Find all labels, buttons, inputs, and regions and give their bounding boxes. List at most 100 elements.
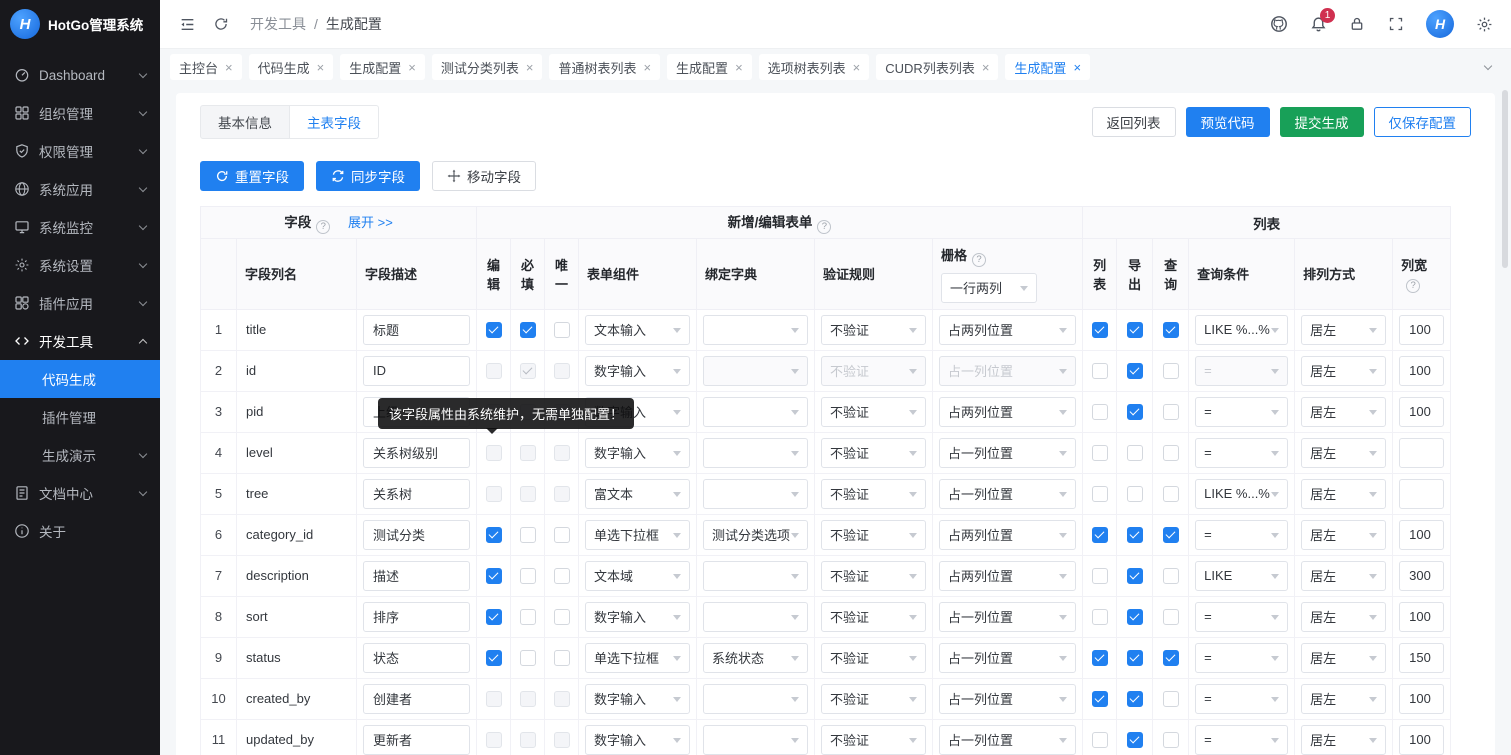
required-checkbox[interactable] [520, 363, 536, 379]
list-checkbox[interactable] [1092, 486, 1108, 502]
help-icon[interactable]: ? [316, 220, 330, 234]
align-select[interactable]: 居左 [1301, 438, 1386, 468]
dict-select[interactable] [703, 561, 808, 591]
close-icon[interactable]: × [735, 61, 743, 74]
export-checkbox[interactable] [1127, 732, 1143, 748]
query-checkbox[interactable] [1163, 650, 1179, 666]
dict-select[interactable] [703, 356, 808, 386]
help-icon[interactable]: ? [972, 253, 986, 267]
close-icon[interactable]: × [225, 61, 233, 74]
sidebar-item[interactable]: 生成演示 [0, 436, 160, 474]
width-input[interactable]: 100 [1399, 397, 1444, 427]
field-desc-input[interactable]: 更新者 [363, 725, 470, 755]
align-select[interactable]: 居左 [1301, 602, 1386, 632]
grid-layout-select[interactable]: 一行两列 [941, 273, 1037, 303]
help-icon[interactable]: ? [1406, 279, 1420, 293]
condition-select[interactable]: = [1195, 602, 1288, 632]
notification-bell-icon[interactable]: 1 [1309, 15, 1327, 33]
close-icon[interactable]: × [853, 61, 861, 74]
rule-select[interactable]: 不验证 [821, 602, 926, 632]
list-checkbox[interactable] [1092, 445, 1108, 461]
export-checkbox[interactable] [1127, 691, 1143, 707]
query-checkbox[interactable] [1163, 609, 1179, 625]
unique-checkbox[interactable] [554, 527, 570, 543]
component-select[interactable]: 文本输入 [585, 315, 690, 345]
required-checkbox[interactable] [520, 568, 536, 584]
edit-checkbox[interactable] [486, 322, 502, 338]
align-select[interactable]: 居左 [1301, 315, 1386, 345]
collapse-menu-icon[interactable] [178, 15, 196, 33]
field-desc-input[interactable]: 关系树 [363, 479, 470, 509]
rule-select[interactable]: 不验证 [821, 643, 926, 673]
dict-select[interactable] [703, 602, 808, 632]
sidebar-item[interactable]: 插件应用 [0, 284, 160, 322]
settings-gear-icon[interactable] [1475, 15, 1493, 33]
rule-select[interactable]: 不验证 [821, 479, 926, 509]
tab-chip[interactable]: 生成配置× [667, 54, 752, 80]
fullscreen-icon[interactable] [1387, 15, 1405, 33]
width-input[interactable]: 150 [1399, 643, 1444, 673]
rule-select[interactable]: 不验证 [821, 561, 926, 591]
width-input[interactable] [1399, 438, 1444, 468]
required-checkbox[interactable] [520, 732, 536, 748]
required-checkbox[interactable] [520, 322, 536, 338]
condition-select[interactable]: LIKE %...% [1195, 315, 1288, 345]
grid-select[interactable]: 占一列位置 [939, 725, 1076, 755]
grid-select[interactable]: 占两列位置 [939, 397, 1076, 427]
condition-select[interactable]: = [1195, 684, 1288, 714]
required-checkbox[interactable] [520, 527, 536, 543]
breadcrumb-item[interactable]: 开发工具 [250, 14, 306, 34]
unique-checkbox[interactable] [554, 568, 570, 584]
field-desc-input[interactable]: 测试分类 [363, 520, 470, 550]
component-select[interactable]: 数字输入 [585, 602, 690, 632]
rule-select[interactable]: 不验证 [821, 684, 926, 714]
dict-select[interactable] [703, 479, 808, 509]
sidebar-item[interactable]: 文档中心 [0, 474, 160, 512]
field-desc-input[interactable]: 创建者 [363, 684, 470, 714]
component-select[interactable]: 单选下拉框 [585, 520, 690, 550]
align-select[interactable]: 居左 [1301, 725, 1386, 755]
sidebar-item[interactable]: 插件管理 [0, 398, 160, 436]
reset-fields-button[interactable]: 重置字段 [200, 161, 304, 191]
list-checkbox[interactable] [1092, 609, 1108, 625]
export-checkbox[interactable] [1127, 650, 1143, 666]
tab-chip[interactable]: CUDR列表列表× [876, 54, 998, 80]
dict-select[interactable] [703, 438, 808, 468]
sidebar-item[interactable]: 组织管理 [0, 94, 160, 132]
width-input[interactable]: 100 [1399, 315, 1444, 345]
align-select[interactable]: 居左 [1301, 643, 1386, 673]
list-checkbox[interactable] [1092, 568, 1108, 584]
width-input[interactable]: 100 [1399, 684, 1444, 714]
sidebar-item[interactable]: 关于 [0, 512, 160, 550]
export-checkbox[interactable] [1127, 609, 1143, 625]
edit-checkbox[interactable] [486, 568, 502, 584]
close-icon[interactable]: × [526, 61, 534, 74]
export-checkbox[interactable] [1127, 363, 1143, 379]
list-checkbox[interactable] [1092, 650, 1108, 666]
component-select[interactable]: 文本域 [585, 561, 690, 591]
close-icon[interactable]: × [317, 61, 325, 74]
tab-basic-info[interactable]: 基本信息 [200, 105, 290, 139]
help-icon[interactable]: ? [817, 220, 831, 234]
component-select[interactable]: 数字输入 [585, 725, 690, 755]
tab-chip[interactable]: 选项树表列表× [759, 54, 870, 80]
query-checkbox[interactable] [1163, 732, 1179, 748]
export-checkbox[interactable] [1127, 404, 1143, 420]
rule-select[interactable]: 不验证 [821, 397, 926, 427]
condition-select[interactable]: LIKE %...% [1195, 479, 1288, 509]
sidebar-item[interactable]: 系统监控 [0, 208, 160, 246]
dict-select[interactable]: 测试分类选项 [703, 520, 808, 550]
grid-select[interactable]: 占一列位置 [939, 643, 1076, 673]
query-checkbox[interactable] [1163, 363, 1179, 379]
grid-select[interactable]: 占一列位置 [939, 684, 1076, 714]
condition-select[interactable]: = [1195, 520, 1288, 550]
unique-checkbox[interactable] [554, 322, 570, 338]
sidebar-item[interactable]: 系统应用 [0, 170, 160, 208]
lock-icon[interactable] [1348, 15, 1366, 33]
condition-select[interactable]: = [1195, 725, 1288, 755]
sidebar-item[interactable]: 系统设置 [0, 246, 160, 284]
query-checkbox[interactable] [1163, 445, 1179, 461]
sidebar-item[interactable]: Dashboard [0, 56, 160, 94]
query-checkbox[interactable] [1163, 691, 1179, 707]
grid-select[interactable]: 占两列位置 [939, 561, 1076, 591]
